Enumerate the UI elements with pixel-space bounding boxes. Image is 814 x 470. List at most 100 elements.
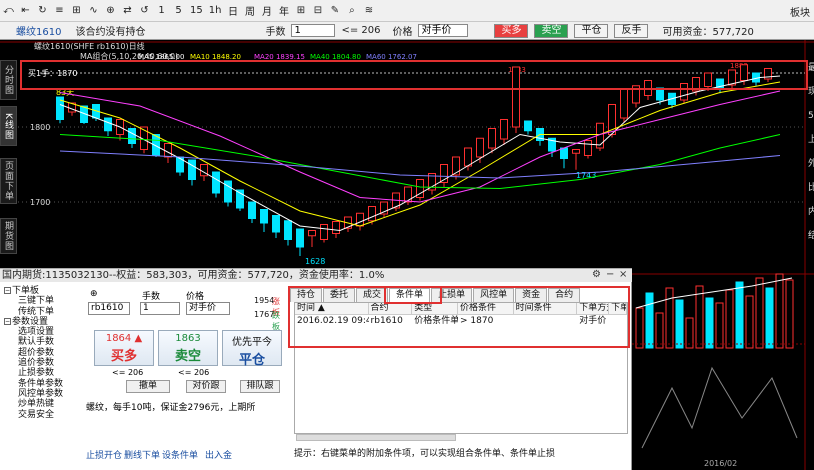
qty-label: 手数	[265, 27, 286, 38]
queue-price-button[interactable]: 排队跟	[240, 380, 280, 393]
settings-icon[interactable]: ⚙	[592, 269, 601, 280]
toolbar-item-15[interactable]: 月	[258, 0, 275, 22]
tree-item-1[interactable]: 三键下单	[4, 296, 84, 306]
candle-body	[272, 215, 280, 233]
toolbar-item-5[interactable]: ∿	[85, 0, 102, 22]
tree-item-3[interactable]: − 参数设置	[4, 317, 84, 327]
volume-bar	[715, 302, 724, 349]
candle-body	[176, 156, 184, 173]
candle-body	[584, 140, 592, 156]
contract-info: 螺纹，每手10吨，保证金2796元，上期所	[86, 403, 256, 413]
toolbar-item-2[interactable]: ↻	[34, 0, 51, 22]
toolbar-item-9[interactable]: 1	[153, 0, 170, 22]
link-draw-order[interactable]: 删线下单	[124, 448, 160, 461]
right-panel-text: 现	[808, 86, 814, 97]
form-sell-button[interactable]: 1863 卖空	[158, 330, 218, 366]
collapse-icon[interactable]: −	[4, 317, 11, 325]
side-tab-kline[interactable]: K线图	[0, 106, 17, 146]
table-scrollbar[interactable]	[296, 434, 456, 441]
form-price-input[interactable]: 对手价	[186, 302, 230, 315]
tree-item-label: 选项设置	[18, 327, 55, 338]
tree-item-11[interactable]: 炒单热键	[4, 399, 84, 409]
tree-item-2[interactable]: 传统下单	[4, 307, 84, 317]
volume-bar	[735, 281, 744, 349]
side-tab-timeshare[interactable]: 分时图	[0, 60, 17, 100]
right-panel-text: 外	[808, 157, 814, 169]
candle-body	[308, 230, 316, 237]
price-select[interactable]: 对手价	[418, 24, 469, 37]
form-qty-input[interactable]: 1	[140, 302, 180, 315]
toolbar-item-20[interactable]: ⌕	[343, 0, 360, 22]
tree-item-label: 下单板	[12, 286, 40, 296]
candle-body	[356, 212, 364, 227]
tree-item-label: 超价参数	[18, 347, 55, 358]
tree-item-12[interactable]: 交易安全	[4, 410, 84, 420]
volume-chart: 2016/02	[632, 268, 814, 470]
sell-limit: <= 206	[178, 368, 210, 377]
link-stop-open[interactable]: 止损开仓	[86, 448, 122, 461]
volume-bar	[755, 277, 764, 349]
candlestick-chart[interactable]: 螺纹1610(SHFE rb1610)日线 MA组合(5,10,20,40,60,…	[0, 40, 814, 268]
toolbar-item-13[interactable]: 日	[224, 0, 241, 22]
tree-item-8[interactable]: 止损参数	[4, 368, 84, 378]
sector-menu[interactable]: 板块	[790, 4, 810, 19]
account-status-bar: 国内期货:1135032130--权益：583,303，可用资金：577,720…	[0, 268, 632, 282]
toolbar-item-0[interactable]: ⤺	[0, 0, 17, 22]
available-funds: 可用资金：577,720	[662, 27, 754, 38]
toolbar-item-4[interactable]: ⊞	[68, 0, 85, 22]
toolbar-item-6[interactable]: ⊕	[102, 0, 119, 22]
toolbar-item-12[interactable]: 1h	[206, 0, 225, 22]
form-qty-label: 手数	[142, 292, 161, 302]
chase-price-button[interactable]: 对价跟	[186, 380, 226, 393]
buy-button[interactable]: 买多	[494, 23, 529, 38]
tree-item-6[interactable]: 超价参数	[4, 348, 84, 358]
toolbar-item-8[interactable]: ↺	[136, 0, 153, 22]
tree-item-4[interactable]: 选项设置	[4, 327, 84, 337]
side-tab-futures[interactable]: 期货图	[0, 218, 17, 254]
right-panel-text: 内	[808, 205, 814, 217]
reverse-button[interactable]: 反手	[614, 23, 649, 38]
right-panel-text: 最	[808, 62, 814, 73]
tree-item-label: 炒单热键	[18, 399, 55, 410]
sell-button[interactable]: 卖空	[534, 23, 569, 38]
form-close-button[interactable]: 优先平今 平仓	[222, 330, 282, 368]
toolbar-item-17[interactable]: ⊞	[292, 0, 309, 22]
price-tick-label: 1800	[30, 123, 50, 132]
hint-text: 提示：右键菜单的附加条件项，可以实现组合条件单、条件单止损	[294, 449, 556, 459]
tree-item-10[interactable]: 风控单参数	[4, 389, 84, 399]
toolbar-item-19[interactable]: ✎	[326, 0, 343, 22]
candle-body	[296, 228, 304, 248]
close-icon[interactable]: ×	[619, 269, 627, 280]
form-buy-button[interactable]: 1864 ▲ 买多	[94, 330, 154, 366]
toolbar-item-3[interactable]: ≡	[51, 0, 68, 22]
toolbar-item-11[interactable]: 15	[187, 0, 206, 22]
candle-body	[128, 128, 136, 144]
qty-input[interactable]: 1	[291, 24, 336, 37]
minimize-icon[interactable]: −	[606, 269, 614, 280]
side-tab-order-page[interactable]: 页面下单	[0, 158, 17, 204]
candle-body	[260, 209, 268, 224]
link-funds-transfer[interactable]: 出入金	[205, 448, 232, 461]
toolbar-item-18[interactable]: ⊟	[309, 0, 326, 22]
volume-bar	[785, 279, 794, 349]
toolbar-item-14[interactable]: 周	[241, 0, 258, 22]
price-tick-label: 1700	[30, 198, 50, 207]
toolbar-item-21[interactable]: ≋	[360, 0, 377, 22]
tree-item-7[interactable]: 追价参数	[4, 358, 84, 368]
candle-body	[500, 119, 508, 140]
toolbar-item-7[interactable]: ⇄	[119, 0, 136, 22]
tree-item-9[interactable]: 条件单参数	[4, 379, 84, 389]
candle-body	[368, 206, 376, 222]
toolbar-item-10[interactable]: 5	[170, 0, 187, 22]
cancel-order-button[interactable]: 撤单	[126, 380, 170, 393]
link-set-condition[interactable]: 设条件单	[162, 448, 198, 461]
collapse-icon[interactable]: −	[4, 287, 11, 294]
tree-item-5[interactable]: 默认手数	[4, 337, 84, 347]
toolbar-item-1[interactable]: ⇤	[17, 0, 34, 22]
symbol-label: 螺纹1610	[16, 27, 62, 38]
contract-input[interactable]: rb1610	[88, 302, 130, 315]
buy-arrow-icon: ▲	[134, 333, 143, 344]
toolbar-item-16[interactable]: 年	[275, 0, 292, 22]
tree-item-0[interactable]: − 下单板	[4, 286, 84, 296]
close-button[interactable]: 平仓	[574, 23, 609, 38]
